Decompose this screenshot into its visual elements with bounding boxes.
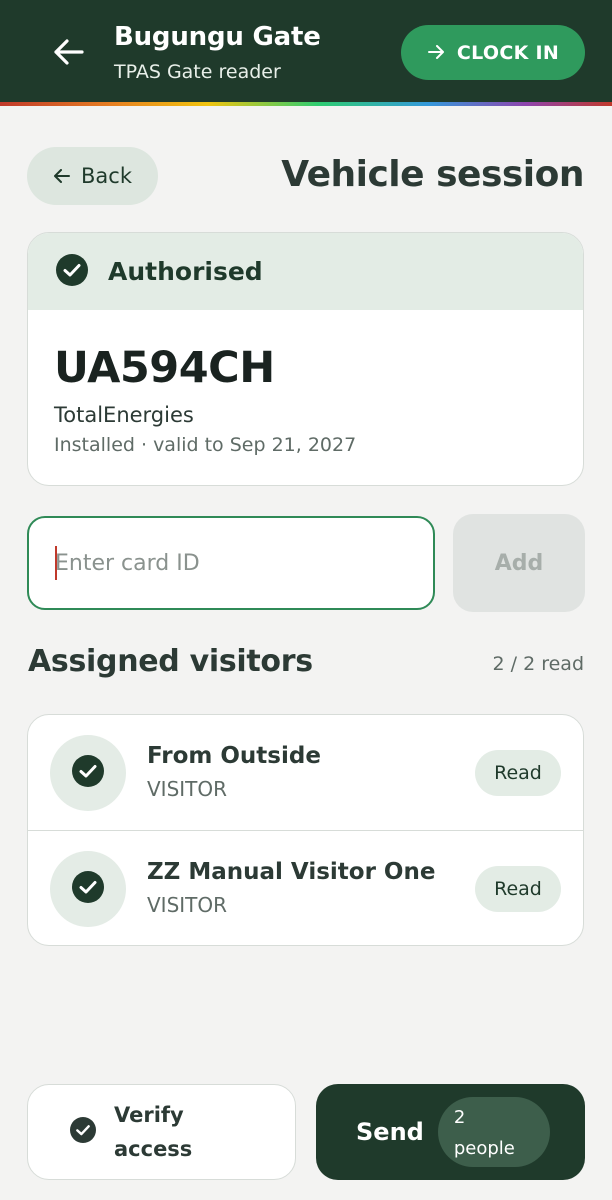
people-count-badge: 2 people xyxy=(437,1097,550,1167)
send-label: Send xyxy=(356,1118,424,1146)
clock-in-label: CLOCK IN xyxy=(456,41,560,64)
visitor-row[interactable]: ZZ Manual Visitor One VISITOR Read xyxy=(28,830,583,945)
app-header: Bugungu Gate TPAS Gate reader CLOCK IN xyxy=(0,0,612,102)
arrow-right-icon xyxy=(427,42,445,64)
text-caret xyxy=(55,546,57,580)
visitor-avatar xyxy=(50,851,126,927)
header-accent-stripe xyxy=(0,102,612,106)
page-title: Vehicle session xyxy=(281,154,584,195)
authorised-band: Authorised xyxy=(28,233,583,310)
arrow-left-icon xyxy=(53,164,71,188)
visitor-type: VISITOR xyxy=(147,777,228,801)
card-id-field[interactable] xyxy=(27,516,435,610)
check-circle-icon xyxy=(72,755,104,791)
gate-title: Bugungu Gate xyxy=(114,22,321,52)
assigned-visitors-heading: Assigned visitors xyxy=(28,644,313,679)
people-label: people xyxy=(453,1138,515,1159)
back-label: Back xyxy=(81,164,132,188)
visitor-avatar xyxy=(50,735,126,811)
read-status-badge: Read xyxy=(475,750,561,796)
verify-access-button[interactable]: Verify access xyxy=(27,1084,296,1180)
visitor-list: From Outside VISITOR Read ZZ Manual Visi… xyxy=(27,714,584,946)
header-back-arrow-icon[interactable] xyxy=(50,33,88,71)
visitor-name: From Outside xyxy=(147,743,321,769)
visitor-type: VISITOR xyxy=(147,893,228,917)
gate-subtitle: TPAS Gate reader xyxy=(114,61,281,83)
back-button[interactable]: Back xyxy=(27,147,158,205)
visitor-row[interactable]: From Outside VISITOR Read xyxy=(28,715,583,830)
send-button[interactable]: Send 2 people xyxy=(316,1084,585,1180)
vehicle-company: TotalEnergies xyxy=(54,403,194,427)
check-circle-icon xyxy=(72,871,104,907)
read-count: 2 / 2 read xyxy=(492,653,584,675)
card-id-input[interactable] xyxy=(55,550,395,576)
clock-in-button[interactable]: CLOCK IN xyxy=(401,25,585,80)
check-circle-icon xyxy=(70,1117,96,1147)
vehicle-card: Authorised UA594CH TotalEnergies Install… xyxy=(27,232,584,486)
read-status-badge: Read xyxy=(475,866,561,912)
people-count: 2 xyxy=(453,1107,466,1128)
vehicle-validity: Installed · valid to Sep 21, 2027 xyxy=(54,434,357,456)
add-card-button[interactable]: Add xyxy=(453,514,585,612)
visitor-name: ZZ Manual Visitor One xyxy=(147,859,436,885)
vehicle-plate: UA594CH xyxy=(54,343,275,393)
authorised-status: Authorised xyxy=(108,257,263,286)
verify-access-label: Verify access xyxy=(114,1103,193,1161)
check-circle-icon xyxy=(56,253,88,290)
